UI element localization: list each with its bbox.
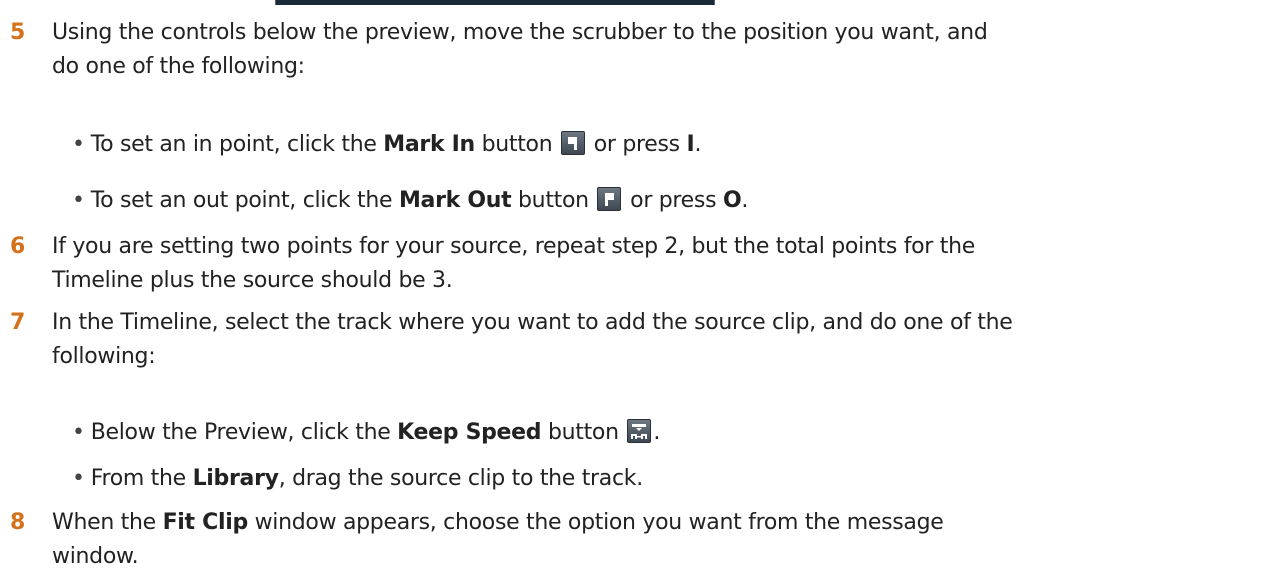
step-text-line: Using the controls below the preview, mo… — [52, 20, 988, 45]
bullet-keep-speed: • Below the Preview, click the Keep Speed… — [72, 416, 1222, 450]
bullet-text: From the — [90, 466, 193, 491]
step-text-line: When the Fit Clip window appears, choose… — [52, 506, 1254, 540]
shortcut-key: O — [722, 188, 742, 213]
bullet-text: . — [741, 188, 749, 213]
step-text-line: do one of the following: — [52, 54, 305, 79]
bullet-dot: • — [72, 188, 85, 213]
bullet-text: Below the Preview, click the — [90, 420, 398, 445]
bullet-text: or press — [587, 132, 687, 157]
bullet-text: . — [653, 420, 661, 445]
ui-term: Fit Clip — [162, 510, 249, 535]
step-text-line: Timeline plus the source should be 3. — [52, 268, 453, 293]
step-text-line: following: — [52, 344, 156, 369]
bullet-text: To set an out point, click the — [90, 188, 399, 213]
step-text-line: window. — [52, 544, 139, 569]
ui-term: Keep Speed — [397, 420, 542, 445]
bullet-library: • From the Library, drag the source clip … — [72, 462, 1222, 496]
bullet-dot: • — [72, 466, 85, 491]
step-text: window appears, choose the option you wa… — [247, 510, 944, 535]
bullet-text: . — [694, 132, 702, 157]
bullet-mark-out: • To set an out point, click the Mark Out… — [72, 184, 1222, 218]
preview-screenshot-bottom-edge — [275, 0, 715, 5]
mark-out-icon — [597, 187, 622, 211]
bullet-text: or press — [623, 188, 723, 213]
ui-term: Mark Out — [398, 188, 512, 213]
step-7: 7 In the Timeline, select the track wher… — [4, 306, 1254, 374]
step-8: 8 When the Fit Clip window appears, choo… — [4, 506, 1254, 574]
step-number: 5 — [10, 20, 26, 45]
ui-term: Mark In — [383, 132, 475, 157]
bullet-text: To set an in point, click the — [90, 132, 384, 157]
step-number: 7 — [10, 310, 26, 335]
keep-speed-icon — [627, 419, 652, 443]
bullet-mark-in: • To set an in point, click the Mark In b… — [72, 128, 1222, 162]
step-number: 6 — [10, 234, 26, 259]
bullet-text: button — [541, 420, 626, 445]
bullet-dot: • — [72, 132, 85, 157]
step-text-line: If you are setting two points for your s… — [52, 234, 975, 259]
mark-in-icon — [561, 131, 586, 155]
step-text: When the — [52, 510, 163, 535]
step-6: 6 If you are setting two points for your… — [4, 230, 1254, 298]
step-5: 5 Using the controls below the preview, … — [4, 16, 1254, 84]
bullet-text: , drag the source clip to the track. — [278, 466, 644, 491]
bullet-text: button — [474, 132, 560, 157]
step-text-line: In the Timeline, select the track where … — [52, 310, 1013, 335]
step-number: 8 — [10, 510, 26, 535]
bullet-dot: • — [72, 420, 85, 445]
ui-term: Library — [192, 466, 279, 491]
bullet-text: button — [511, 188, 596, 213]
